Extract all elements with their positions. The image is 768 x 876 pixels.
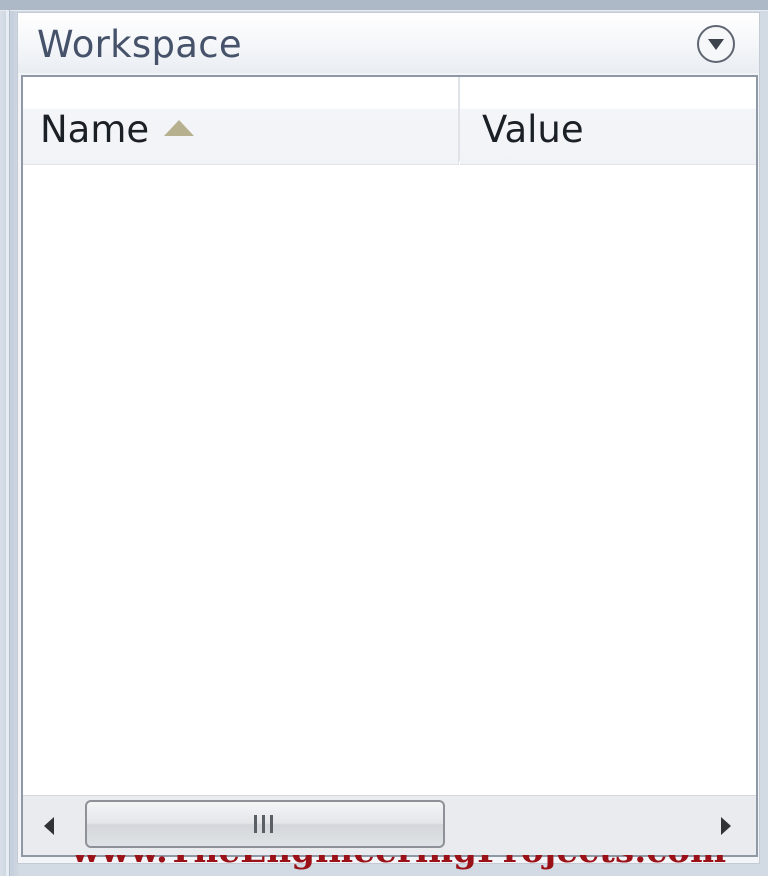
grip-lines-icon: [251, 815, 277, 833]
panel-header: Workspace: [18, 13, 759, 73]
panel-splitter[interactable]: [6, 10, 10, 876]
workspace-panel: Workspace Name Value www.TheEngineeringP…: [17, 12, 760, 871]
panel-title: Workspace: [37, 23, 242, 66]
arrow-left-icon[interactable]: [37, 811, 67, 841]
column-header-label: Value: [482, 108, 584, 151]
top-edge: [0, 0, 768, 11]
workspace-table: Name Value www.TheEngineeringProjects.co…: [21, 75, 758, 871]
horizontal-scrollbar[interactable]: [23, 795, 756, 855]
sort-ascending-icon: [164, 120, 194, 136]
table-body[interactable]: www.TheEngineeringProjects.com: [23, 165, 756, 871]
column-header-name[interactable]: Name: [23, 77, 459, 165]
scrollbar-thumb[interactable]: [85, 800, 445, 848]
chevron-down-circle-icon[interactable]: [697, 25, 735, 63]
column-header-value[interactable]: Value: [460, 77, 756, 165]
column-header-label: Name: [40, 108, 150, 151]
arrow-right-icon[interactable]: [709, 811, 739, 841]
